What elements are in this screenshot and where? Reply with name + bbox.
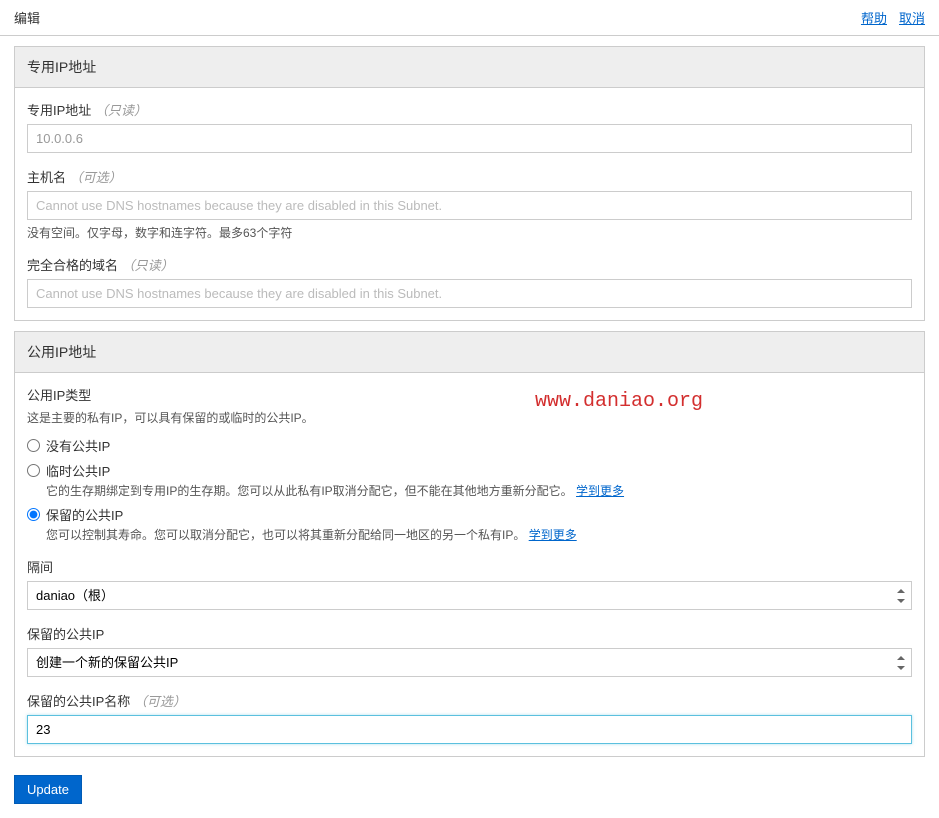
radio-reserved[interactable] [27, 508, 40, 521]
private-ip-hint: （只读） [95, 103, 147, 118]
hostname-input[interactable] [27, 191, 912, 220]
fqdn-label: 完全合格的域名 [27, 258, 118, 273]
cancel-link[interactable]: 取消 [899, 8, 925, 27]
private-ip-panel: 专用IP地址 专用IP地址 （只读） 主机名 （可选） 没有空间。仅字母，数字和… [14, 46, 925, 321]
private-ip-label: 专用IP地址 [27, 103, 91, 118]
public-ip-type-desc: 这是主要的私有IP，可以具有保留的或临时的公共IP。 [27, 409, 912, 426]
radio-ephemeral[interactable] [27, 464, 40, 477]
radio-reserved-label: 保留的公共IP [46, 505, 912, 524]
fqdn-hint: （只读） [122, 258, 174, 273]
public-ip-type-label: 公用IP类型 [27, 385, 912, 404]
reserved-ip-label: 保留的公共IP [27, 624, 912, 643]
help-link[interactable]: 帮助 [861, 8, 887, 27]
public-ip-panel-title: 公用IP地址 [15, 332, 924, 373]
reserved-name-hint: （可选） [134, 694, 186, 709]
private-ip-panel-title: 专用IP地址 [15, 47, 924, 88]
top-bar: 编辑 帮助 取消 [0, 0, 939, 36]
radio-none-label: 没有公共IP [46, 436, 912, 455]
hostname-help: 没有空间。仅字母，数字和连字符。最多63个字符 [27, 224, 912, 241]
page-title: 编辑 [14, 8, 40, 27]
reserved-name-label: 保留的公共IP名称 [27, 694, 130, 709]
private-ip-input [27, 124, 912, 153]
learn-more-reserved[interactable]: 学到更多 [529, 528, 577, 542]
reserved-name-input[interactable] [27, 715, 912, 744]
compartment-label: 隔间 [27, 557, 912, 576]
public-ip-panel: 公用IP地址 公用IP类型 这是主要的私有IP，可以具有保留的或临时的公共IP。… [14, 331, 925, 757]
fqdn-input [27, 279, 912, 308]
radio-reserved-desc: 您可以控制其寿命。您可以取消分配它，也可以将其重新分配给同一地区的另一个私有IP… [46, 528, 525, 542]
update-button[interactable]: Update [14, 775, 82, 804]
hostname-label: 主机名 [27, 170, 66, 185]
radio-ephemeral-label: 临时公共IP [46, 461, 912, 480]
reserved-ip-select[interactable]: 创建一个新的保留公共IP [27, 648, 912, 677]
compartment-select[interactable]: daniao（根） [27, 581, 912, 610]
radio-none[interactable] [27, 439, 40, 452]
radio-ephemeral-desc: 它的生存期绑定到专用IP的生存期。您可以从此私有IP取消分配它，但不能在其他地方… [46, 484, 573, 498]
learn-more-ephemeral[interactable]: 学到更多 [576, 484, 624, 498]
top-links: 帮助 取消 [861, 8, 925, 27]
hostname-hint: （可选） [70, 170, 122, 185]
